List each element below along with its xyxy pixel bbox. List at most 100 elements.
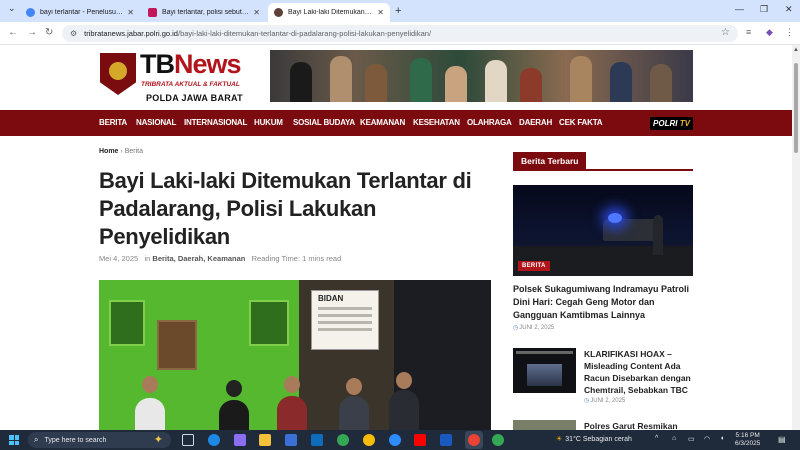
notification-icon[interactable]: ▤ bbox=[778, 435, 786, 444]
nav-kesehatan[interactable]: KESEHATAN bbox=[413, 118, 460, 127]
tab-search-icon[interactable]: ⌄ bbox=[8, 3, 16, 14]
search-placeholder: Type here to search bbox=[44, 436, 107, 444]
clock-date: 6/3/2025 bbox=[735, 440, 761, 447]
bidan-sign: BIDAN bbox=[311, 290, 379, 350]
file-explorer-icon[interactable] bbox=[259, 434, 271, 446]
tab-title: Bayi terlantar, polisi sebut pem bbox=[162, 9, 250, 16]
news-thumbnail[interactable] bbox=[513, 420, 576, 430]
chrome-active-icon[interactable] bbox=[468, 434, 480, 446]
nav-daerah[interactable]: DAERAH bbox=[519, 118, 552, 127]
nav-berita[interactable]: BERITA bbox=[99, 118, 127, 127]
minimize-icon[interactable]: — bbox=[735, 4, 744, 14]
browser-tab-1[interactable]: bayi terlantar - Penelusuran Go ✕ bbox=[20, 3, 140, 22]
polri-tv-a: POLRI bbox=[653, 119, 678, 128]
nav-cek-fakta[interactable]: CEK FAKTA bbox=[559, 118, 603, 127]
new-tab-button[interactable]: + bbox=[395, 5, 401, 17]
windows-taskbar: ⌕ Type here to search ✦ ☀ 31°C Sebagian c… bbox=[0, 430, 800, 450]
outlook-icon[interactable] bbox=[311, 434, 323, 446]
search-icon: ⌕ bbox=[34, 435, 39, 444]
zoom-icon[interactable] bbox=[389, 434, 401, 446]
breadcrumb-separator: › bbox=[120, 148, 123, 155]
breadcrumb-home[interactable]: Home bbox=[99, 148, 118, 155]
edge-icon[interactable] bbox=[208, 434, 220, 446]
breadcrumb: Home › Berita bbox=[99, 148, 143, 155]
sidebar-heading-label: Berita Terbaru bbox=[513, 152, 587, 170]
back-icon[interactable]: ← bbox=[8, 27, 18, 38]
partly-sunny-icon: ☀ bbox=[556, 436, 563, 443]
news-item-date: ◷JUNI 2, 2025 bbox=[584, 397, 625, 404]
logo-tb: TB bbox=[140, 49, 175, 79]
forward-icon[interactable]: → bbox=[27, 27, 37, 38]
task-view-icon[interactable] bbox=[182, 434, 194, 446]
extension-icon[interactable]: ◆ bbox=[766, 27, 773, 38]
breadcrumb-section[interactable]: Berita bbox=[125, 148, 143, 155]
site-info-icon[interactable]: ⚙ bbox=[70, 29, 77, 38]
search-highlight-icon: ✦ bbox=[153, 434, 163, 446]
article-title: Bayi Laki-laki Ditemukan Terlantar di Pa… bbox=[99, 168, 472, 249]
chrome-alt-icon[interactable] bbox=[492, 434, 504, 446]
nav-sosial-budaya[interactable]: SOSIAL BUDAYA bbox=[293, 118, 355, 127]
scrollbar-thumb[interactable] bbox=[794, 63, 798, 153]
clock-icon: ◷ bbox=[513, 325, 519, 331]
copilot-icon[interactable] bbox=[234, 434, 246, 446]
polri-tv-logo[interactable]: POLRI TV bbox=[650, 117, 693, 130]
date-text: JUNI 2, 2025 bbox=[519, 325, 555, 331]
news-site-icon bbox=[148, 8, 157, 17]
browser-tab-2[interactable]: Bayi terlantar, polisi sebut pem ✕ bbox=[142, 3, 266, 22]
google-icon bbox=[26, 8, 35, 17]
tray-chevron-icon[interactable]: ^ bbox=[655, 435, 658, 442]
sidebar-heading: Berita Terbaru bbox=[513, 151, 693, 171]
youtube-icon[interactable] bbox=[414, 434, 426, 446]
logo-tagline: TRIBRATA AKTUAL & FAKTUAL bbox=[141, 81, 240, 88]
media-icon[interactable]: ≡ bbox=[746, 27, 751, 37]
menu-icon[interactable]: ⋮ bbox=[785, 27, 794, 38]
maximize-icon[interactable]: ❐ bbox=[760, 4, 768, 15]
nav-nasional[interactable]: NASIONAL bbox=[136, 118, 176, 127]
polri-emblem-icon bbox=[100, 53, 136, 95]
network-icon[interactable]: ⌂ bbox=[672, 435, 676, 442]
scroll-up-icon[interactable]: ▲ bbox=[793, 47, 799, 53]
web-page: TBNews TRIBRATA AKTUAL & FAKTUAL POLDA J… bbox=[0, 45, 792, 430]
reload-icon[interactable]: ↻ bbox=[45, 27, 53, 38]
word-icon[interactable] bbox=[440, 434, 452, 446]
nav-keamanan[interactable]: KEAMANAN bbox=[360, 118, 405, 127]
nav-hukum[interactable]: HUKUM bbox=[254, 118, 283, 127]
tab-title: Bayi Laki-laki Ditemukan Terlant bbox=[288, 9, 373, 16]
category-badge[interactable]: BERITA bbox=[518, 261, 550, 271]
bidan-sign-text: BIDAN bbox=[318, 294, 344, 303]
close-tab-icon[interactable]: ✕ bbox=[127, 8, 134, 17]
volume-icon[interactable]: ◖ bbox=[720, 435, 724, 442]
bookmark-star-icon[interactable]: ☆ bbox=[721, 27, 730, 38]
tab-strip: bayi terlantar - Penelusuran Go ✕ Bayi t… bbox=[0, 0, 800, 22]
article-categories[interactable]: Berita, Daerah, Keamanan bbox=[152, 254, 245, 263]
chrome-icon[interactable] bbox=[337, 434, 349, 446]
weather-text: 31°C Sebagian cerah bbox=[565, 436, 632, 443]
browser-tab-3-active[interactable]: Bayi Laki-laki Ditemukan Terlant ✕ bbox=[268, 3, 390, 22]
clock-icon: ◷ bbox=[584, 398, 590, 404]
wifi-icon[interactable]: ◠ bbox=[704, 435, 710, 443]
featured-news-title[interactable]: Polsek Sukagumiwang Indramayu Patroli Di… bbox=[513, 283, 693, 322]
header-banner-image bbox=[270, 50, 693, 102]
date-text: JUNI 2, 2025 bbox=[590, 398, 626, 404]
taskbar-search[interactable]: ⌕ Type here to search ✦ bbox=[28, 432, 171, 448]
page-scrollbar[interactable]: ▲ bbox=[792, 45, 800, 430]
close-tab-icon[interactable]: ✕ bbox=[253, 8, 260, 17]
url-domain: tribratanews.jabar.polri.go.id bbox=[84, 29, 178, 38]
chrome-profile-icon[interactable] bbox=[363, 434, 375, 446]
tab-title: bayi terlantar - Penelusuran Go bbox=[40, 9, 124, 16]
weather-widget[interactable]: ☀ 31°C Sebagian cerah bbox=[556, 435, 632, 443]
windows-start-icon[interactable] bbox=[9, 435, 19, 445]
news-item-title[interactable]: Polres Garut Resmikan bbox=[584, 420, 694, 430]
url-field[interactable]: ⚙ tribratanews.jabar.polri.go.id /bayi-l… bbox=[62, 25, 738, 42]
main-nav: BERITA NASIONAL INTERNASIONAL HUKUM SOSI… bbox=[0, 110, 792, 136]
taskbar-clock[interactable]: 5:16 PM 6/3/2025 bbox=[735, 432, 760, 448]
site-logo[interactable]: TBNews TRIBRATA AKTUAL & FAKTUAL POLDA J… bbox=[100, 49, 260, 106]
news-thumbnail[interactable] bbox=[513, 348, 576, 393]
store-icon[interactable] bbox=[285, 434, 297, 446]
news-item-title[interactable]: KLARIFIKASI HOAX – Misleading Content Ad… bbox=[584, 348, 694, 396]
nav-olahraga[interactable]: OLAHRAGA bbox=[467, 118, 512, 127]
battery-icon[interactable]: ▭ bbox=[688, 435, 695, 443]
close-tab-icon[interactable]: ✕ bbox=[377, 8, 384, 17]
nav-internasional[interactable]: INTERNASIONAL bbox=[184, 118, 247, 127]
close-window-icon[interactable]: ✕ bbox=[785, 4, 793, 15]
